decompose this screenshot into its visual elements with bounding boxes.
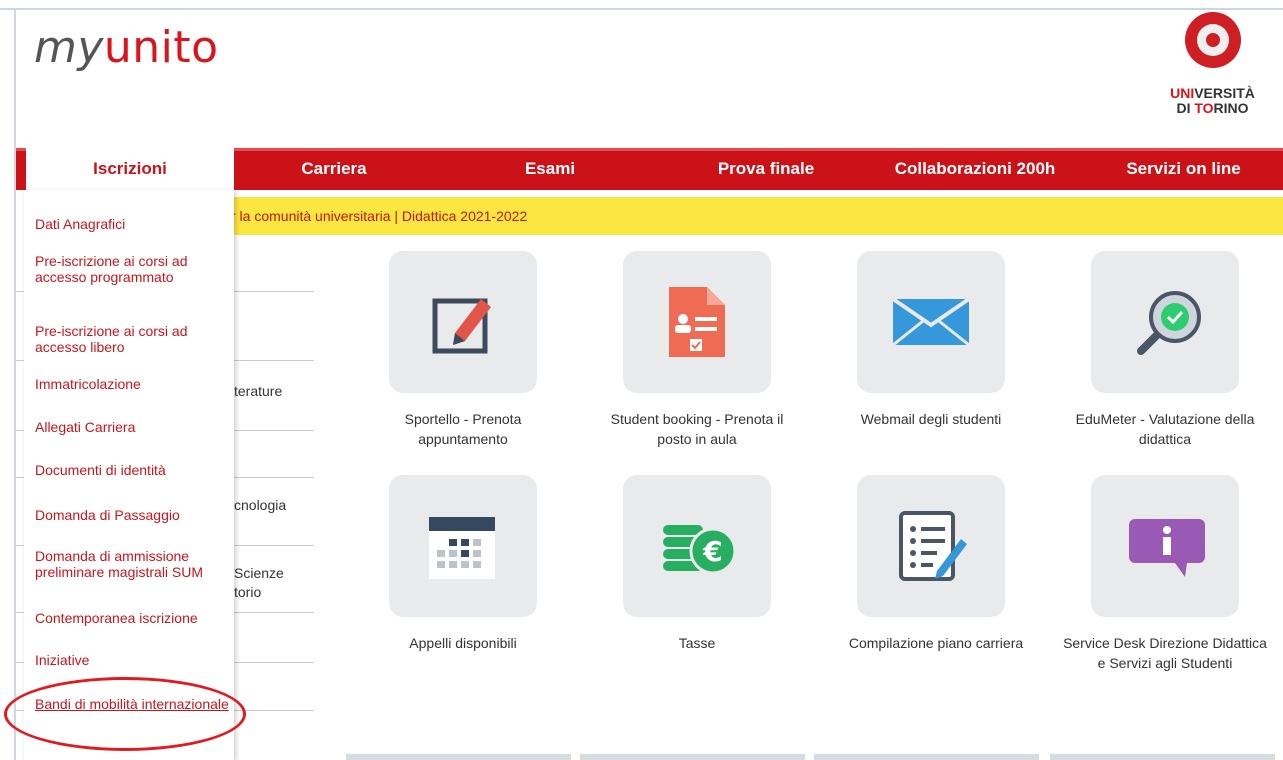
menu-item-domanda-passaggio[interactable]: Domanda di Passaggio <box>35 507 230 523</box>
checklist-icon <box>899 511 967 581</box>
tile-label-edumeter[interactable]: EduMeter - Valutazione della didattica <box>1065 409 1265 449</box>
iscrizioni-dropdown: Dati Anagrafici Pre-iscrizione ai corsi … <box>24 190 234 760</box>
sidebar-fragment: Scienze <box>234 565 284 581</box>
tile-label-student-booking[interactable]: Student booking - Prenota il posto in au… <box>597 409 797 449</box>
menu-item-allegati-carriera[interactable]: Allegati Carriera <box>35 419 230 435</box>
tile-edge <box>1050 754 1275 760</box>
menu-item-documenti-identita[interactable]: Documenti di identità <box>35 462 230 478</box>
calendar-icon <box>429 517 495 579</box>
tile-label-webmail[interactable]: Webmail degli studenti <box>831 409 1031 429</box>
menu-item-dati-anagrafici[interactable]: Dati Anagrafici <box>35 216 230 232</box>
magnifier-check-icon <box>1137 291 1201 355</box>
sidebar-fragment: cnologia <box>234 497 287 513</box>
tile-label-appelli[interactable]: Appelli disponibili <box>363 633 563 653</box>
top-border <box>0 8 1283 10</box>
tile-edge <box>814 754 1039 760</box>
tile-label-service-desk[interactable]: Service Desk Direzione Didattica e Servi… <box>1060 633 1270 673</box>
edit-icon <box>432 298 491 354</box>
myunito-logo[interactable]: myunito <box>34 26 219 70</box>
logo-unito: unito <box>103 22 219 73</box>
nav-servizi-online[interactable]: Servizi on line <box>1096 148 1271 190</box>
menu-item-partial: ​ <box>35 750 230 760</box>
left-border <box>14 10 16 760</box>
nav-collaborazioni[interactable]: Collaborazioni 200h <box>870 148 1080 190</box>
sidebar-fragment: torio <box>234 584 262 600</box>
tile-label-sportello[interactable]: Sportello - Prenota appuntamento <box>363 409 563 449</box>
tile-student-booking[interactable] <box>623 251 771 393</box>
tile-tasse[interactable]: € <box>623 475 771 617</box>
sidebar-fragment: terature <box>234 383 283 399</box>
booking-document-icon <box>669 287 725 357</box>
logo-my: my <box>34 22 104 73</box>
menu-item-preiscrizione-libero[interactable]: Pre-iscrizione ai corsi ad accesso liber… <box>35 323 230 355</box>
main-nav: Iscrizioni Carriera Esami Prova finale C… <box>16 148 1283 190</box>
tile-sportello[interactable] <box>389 251 537 393</box>
highlight-circle <box>4 677 246 751</box>
tile-label-piano-carriera[interactable]: Compilazione piano carriera <box>831 633 1041 653</box>
university-seal-icon <box>1184 12 1241 68</box>
tile-service-desk[interactable] <box>1091 475 1239 617</box>
nav-esami[interactable]: Esami <box>490 148 610 190</box>
envelope-icon <box>893 299 969 345</box>
nav-iscrizioni[interactable]: Iscrizioni <box>26 148 234 190</box>
tile-edumeter[interactable] <box>1091 251 1239 393</box>
university-name: UNIVERSITÀ DI TORINO <box>1170 85 1255 116</box>
tile-edge <box>580 754 805 760</box>
tile-edge <box>346 754 571 760</box>
menu-item-preiscrizione-programmato[interactable]: Pre-iscrizione ai corsi ad accesso progr… <box>35 253 230 285</box>
tile-piano-carriera[interactable] <box>857 475 1005 617</box>
nav-carriera[interactable]: Carriera <box>264 148 404 190</box>
tile-appelli[interactable] <box>389 475 537 617</box>
tile-label-tasse[interactable]: Tasse <box>597 633 797 653</box>
menu-item-contemporanea-iscrizione[interactable]: Contemporanea iscrizione <box>35 610 230 626</box>
info-chat-icon <box>1129 519 1205 577</box>
tile-webmail[interactable] <box>857 251 1005 393</box>
menu-item-ammissione-magistrali[interactable]: Domanda di ammissione preliminare magist… <box>35 548 230 580</box>
euro-coins-icon: € <box>663 525 737 575</box>
menu-item-immatricolazione[interactable]: Immatricolazione <box>35 376 230 392</box>
university-logo[interactable]: UNIVERSITÀ DI TORINO <box>1150 12 1275 116</box>
menu-item-iniziative[interactable]: Iniziative <box>35 652 230 668</box>
svg-text:€: € <box>702 535 722 568</box>
nav-prova-finale[interactable]: Prova finale <box>686 148 846 190</box>
announcement-banner[interactable]: r la comunità universitaria | Didattica … <box>230 197 1283 235</box>
